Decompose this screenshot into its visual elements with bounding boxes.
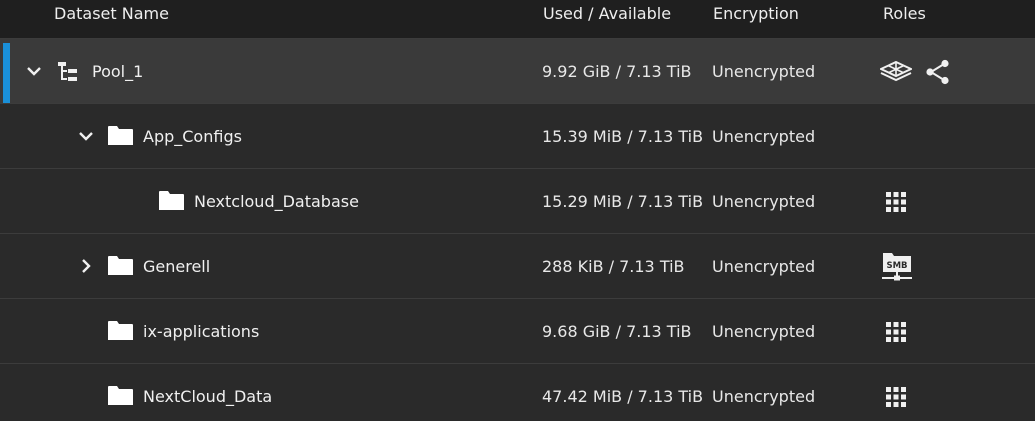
- dataset-name[interactable]: NextCloud_Data: [143, 364, 272, 421]
- grid-icon[interactable]: [886, 322, 906, 342]
- encryption-status: Unencrypted: [712, 61, 816, 81]
- header-encryption[interactable]: Encryption: [713, 4, 799, 23]
- dataset-name[interactable]: Nextcloud_Database: [194, 169, 359, 233]
- table-row[interactable]: Nextcloud_Database 15.29 MiB / 7.13 TiB …: [0, 168, 1035, 233]
- header-dataset-name[interactable]: Dataset Name: [54, 4, 169, 23]
- smb-share-icon[interactable]: SMB: [880, 251, 914, 283]
- used-available: 9.92 GiB / 7.13 TiB: [542, 61, 692, 81]
- folder-icon: [107, 385, 134, 410]
- table-row[interactable]: App_Configs 15.39 MiB / 7.13 TiB Unencry…: [0, 103, 1035, 168]
- encryption-status: Unencrypted: [712, 256, 816, 276]
- grid-icon[interactable]: [886, 387, 906, 407]
- table-row[interactable]: ix-applications 9.68 GiB / 7.13 TiB Unen…: [0, 298, 1035, 363]
- chevron-down-icon[interactable]: [24, 59, 44, 83]
- used-available: 47.42 MiB / 7.13 TiB: [542, 386, 704, 406]
- table-header: Dataset Name Used / Available Encryption…: [0, 0, 1035, 38]
- folder-icon: [107, 255, 134, 280]
- encryption-status: Unencrypted: [712, 191, 816, 211]
- selection-indicator: [3, 43, 10, 104]
- share-icon[interactable]: [925, 59, 951, 85]
- used-available: 288 KiB / 7.13 TiB: [542, 256, 685, 276]
- dataset-name[interactable]: ix-applications: [143, 299, 259, 363]
- header-roles[interactable]: Roles: [883, 4, 926, 23]
- table-row[interactable]: Pool_1 9.92 GiB / 7.13 TiB Unencrypted: [0, 38, 1035, 104]
- encryption-status: Unencrypted: [712, 126, 816, 146]
- folder-icon: [158, 190, 185, 215]
- header-used-available[interactable]: Used / Available: [543, 4, 671, 23]
- chevron-right-icon[interactable]: [76, 254, 96, 278]
- pool-tree-icon: [57, 61, 81, 87]
- used-available: 15.29 MiB / 7.13 TiB: [542, 191, 704, 211]
- table-row[interactable]: Generell 288 KiB / 7.13 TiB Unencrypted …: [0, 233, 1035, 298]
- chevron-down-icon[interactable]: [76, 124, 96, 148]
- folder-icon: [107, 125, 134, 150]
- apps-icon[interactable]: [880, 61, 912, 83]
- used-available: 15.39 MiB / 7.13 TiB: [542, 126, 704, 146]
- folder-icon: [107, 320, 134, 345]
- used-available: 9.68 GiB / 7.13 TiB: [542, 321, 692, 341]
- smb-label: SMB: [886, 261, 907, 271]
- dataset-name[interactable]: Pool_1: [92, 39, 143, 103]
- dataset-name[interactable]: Generell: [143, 234, 210, 298]
- table-row[interactable]: NextCloud_Data 47.42 MiB / 7.13 TiB Unen…: [0, 363, 1035, 421]
- dataset-name[interactable]: App_Configs: [143, 104, 242, 168]
- grid-icon[interactable]: [886, 192, 906, 212]
- encryption-status: Unencrypted: [712, 321, 816, 341]
- dataset-table: Dataset Name Used / Available Encryption…: [0, 0, 1035, 421]
- encryption-status: Unencrypted: [712, 386, 816, 406]
